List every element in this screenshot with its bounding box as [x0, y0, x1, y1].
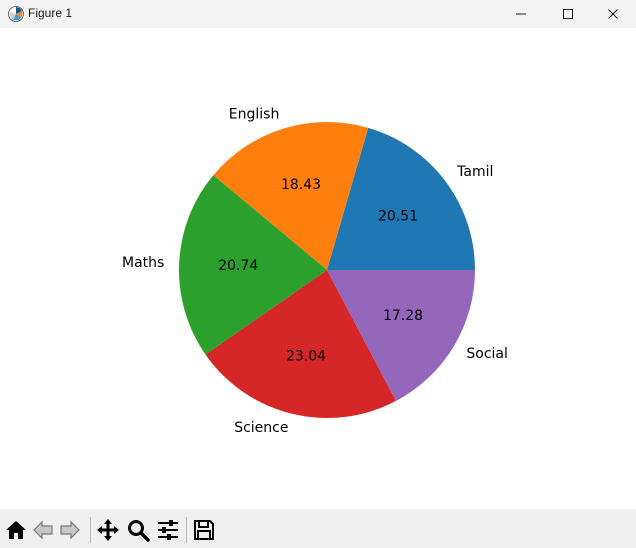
save-icon	[194, 520, 214, 540]
pan-button[interactable]	[96, 518, 120, 542]
home-icon	[6, 521, 26, 539]
slice-value-tamil: 20.51	[378, 209, 418, 225]
slice-label-maths: Maths	[122, 255, 164, 271]
slice-value-social: 17.28	[383, 308, 423, 324]
close-button[interactable]	[590, 0, 636, 28]
figure-canvas[interactable]: Tamil 20.51 English 18.43 Maths 20.74 Science 2…	[0, 28, 636, 509]
forward-icon	[60, 520, 80, 540]
pan-icon	[97, 519, 119, 541]
zoom-button[interactable]	[126, 518, 150, 542]
minimize-button[interactable]	[498, 0, 544, 28]
toolbar-separator	[186, 517, 187, 543]
configure-subplots-icon	[158, 520, 178, 540]
title-bar: Figure 1	[0, 0, 636, 28]
save-button[interactable]	[192, 518, 216, 542]
slice-label-tamil: Tamil	[456, 164, 493, 180]
toolbar-separator	[90, 517, 91, 543]
slice-label-social: Social	[466, 346, 508, 362]
matplotlib-logo-icon	[8, 6, 24, 22]
slice-value-maths: 20.74	[218, 258, 258, 274]
maximize-icon	[563, 9, 573, 19]
slice-label-science: Science	[234, 420, 288, 436]
zoom-icon	[128, 520, 150, 542]
slice-label-english: English	[229, 106, 280, 122]
maximize-button[interactable]	[545, 0, 591, 28]
home-button[interactable]	[4, 518, 28, 542]
minimize-icon	[516, 13, 526, 15]
window-title: Figure 1	[28, 6, 73, 20]
slice-value-science: 23.04	[286, 348, 326, 364]
navigation-toolbar	[0, 509, 636, 548]
forward-button[interactable]	[58, 518, 82, 542]
close-icon	[608, 9, 618, 19]
slice-value-english: 18.43	[281, 177, 321, 193]
configure-subplots-button[interactable]	[156, 518, 180, 542]
back-icon	[33, 520, 53, 540]
pie-chart: Tamil 20.51 English 18.43 Maths 20.74 Science 2…	[122, 106, 508, 436]
back-button[interactable]	[31, 518, 55, 542]
